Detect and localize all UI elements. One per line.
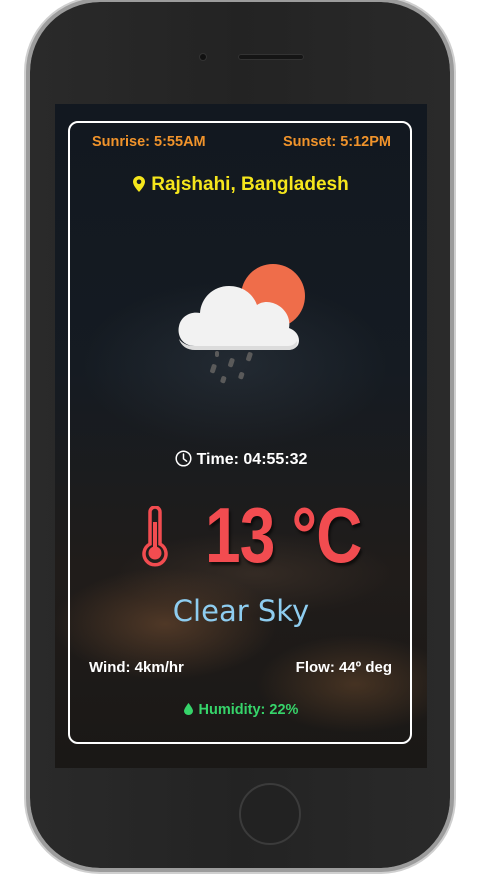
wind-speed: Wind: 4km/hr bbox=[89, 659, 184, 676]
local-time: Time: 04:55:32 bbox=[55, 450, 427, 472]
wind-info: Wind: 4km/hr Flow: 44º deg bbox=[89, 659, 392, 676]
weather-description: Clear Sky bbox=[172, 594, 310, 628]
weather-card bbox=[68, 121, 412, 744]
temperature-value: 13 °C bbox=[205, 491, 362, 579]
wind-flow: Flow: 44º deg bbox=[295, 659, 392, 676]
clock-icon bbox=[175, 450, 192, 472]
sun-times: Sunrise: 5:55AM Sunset: 5:12PM bbox=[92, 134, 391, 150]
time-label: Time: 04:55:32 bbox=[196, 451, 308, 468]
map-pin-icon bbox=[133, 176, 146, 198]
location-label: Rajshahi, Bangladesh bbox=[151, 174, 349, 195]
power-button bbox=[450, 186, 454, 248]
phone-screen: Sunrise: 5:55AM Sunset: 5:12PM Rajshahi,… bbox=[55, 104, 427, 768]
stage: Sunrise: 5:55AM Sunset: 5:12PM Rajshahi,… bbox=[0, 0, 486, 881]
humidity-label: Humidity: 22% bbox=[198, 702, 299, 718]
thermometer-icon bbox=[139, 505, 171, 572]
earpiece-speaker bbox=[238, 54, 304, 60]
front-camera bbox=[200, 54, 206, 60]
humidity: Humidity: 22% bbox=[55, 702, 427, 719]
location: Rajshahi, Bangladesh bbox=[55, 174, 427, 198]
cloud-sun-rain-icon bbox=[173, 254, 309, 388]
temperature-row: 13 °C bbox=[55, 491, 427, 582]
home-button[interactable] bbox=[239, 783, 301, 845]
droplet-icon bbox=[183, 703, 193, 719]
sunset-text: Sunset: 5:12PM bbox=[283, 134, 391, 150]
sunrise-text: Sunrise: 5:55AM bbox=[92, 134, 206, 150]
